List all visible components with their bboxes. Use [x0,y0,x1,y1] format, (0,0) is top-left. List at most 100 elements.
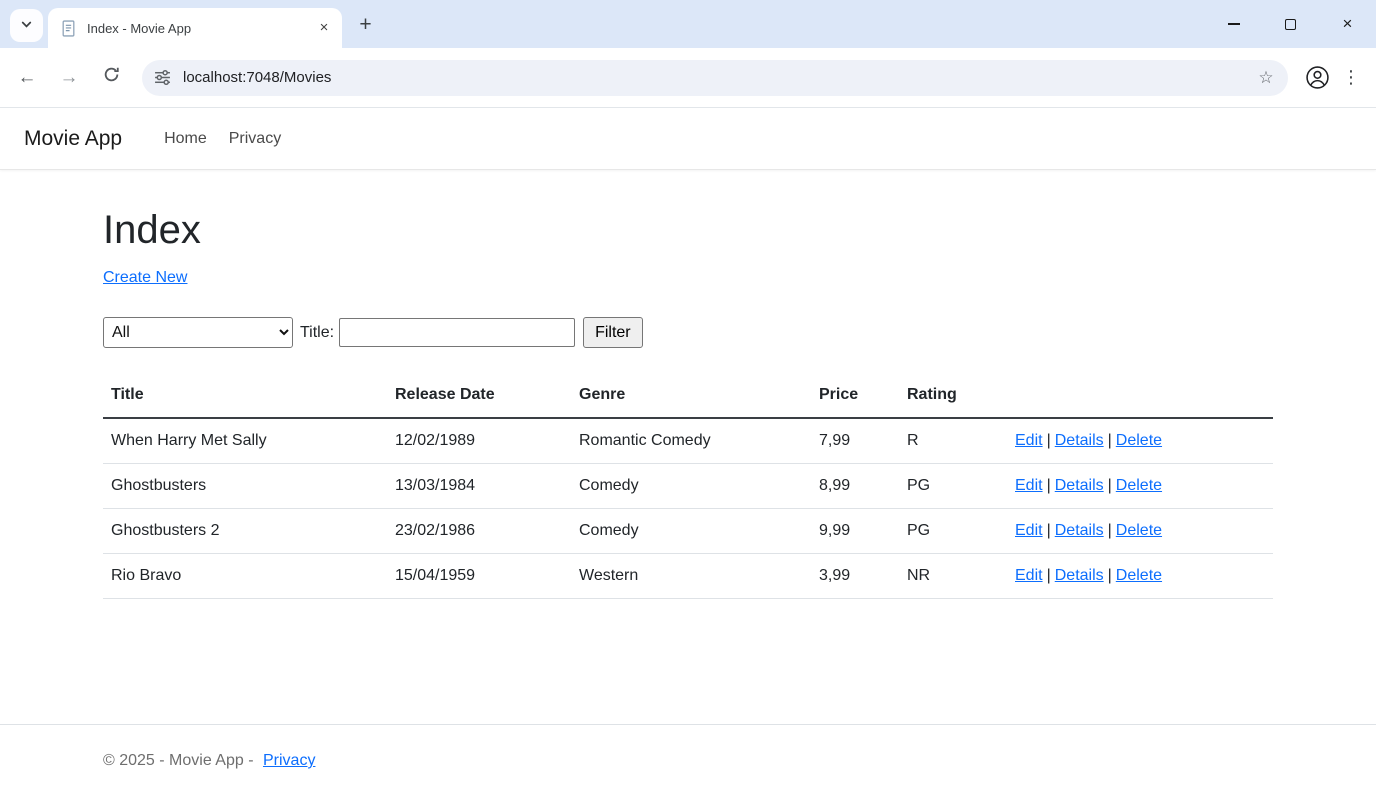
edit-link[interactable]: Edit [1015,522,1043,539]
action-separator: | [1047,567,1051,584]
table-header: Title Release Date Genre Price Rating [103,376,1273,418]
actions-cell: Edit|Details|Delete [1007,464,1273,509]
minimize-icon [1228,23,1240,25]
footer-text: © 2025 - Movie App - [103,752,254,769]
footer-inner: © 2025 - Movie App - Privacy [103,725,1273,797]
rating-cell: PG [899,509,1007,554]
release-date-cell: 15/04/1959 [387,554,571,599]
delete-link[interactable]: Delete [1116,567,1162,584]
header-release-date: Release Date [387,376,571,418]
details-link[interactable]: Details [1055,432,1104,449]
price-cell: 9,99 [811,509,899,554]
genre-cell: Comedy [571,509,811,554]
back-button[interactable]: ← [10,61,44,95]
bookmark-star-icon[interactable]: ☆ [1252,64,1280,92]
table-row: When Harry Met Sally 12/02/1989 Romantic… [103,418,1273,464]
create-new-link[interactable]: Create New [103,269,187,287]
edit-link[interactable]: Edit [1015,432,1043,449]
movie-title-cell: When Harry Met Sally [103,418,387,464]
genre-cell: Western [571,554,811,599]
action-separator: | [1108,432,1112,449]
chevron-down-icon [20,18,33,34]
movie-title-cell: Ghostbusters 2 [103,509,387,554]
actions-cell: Edit|Details|Delete [1007,554,1273,599]
table-row: Rio Bravo 15/04/1959 Western 3,99 NR Edi… [103,554,1273,599]
new-tab-button[interactable]: + [352,11,379,38]
browser-toolbar: ← → localhost:7048/Movies ☆ ⋮ [0,48,1376,108]
title-filter-input[interactable] [339,318,575,347]
browser-tab[interactable]: Index - Movie App × [48,8,342,48]
movie-title-cell: Ghostbusters [103,464,387,509]
reload-button[interactable] [94,61,128,95]
actions-cell: Edit|Details|Delete [1007,418,1273,464]
action-separator: | [1108,522,1112,539]
actions-cell: Edit|Details|Delete [1007,509,1273,554]
maximize-icon [1285,19,1296,30]
table-row: Ghostbusters 13/03/1984 Comedy 8,99 PG E… [103,464,1273,509]
address-bar[interactable]: localhost:7048/Movies ☆ [142,60,1288,96]
action-separator: | [1108,477,1112,494]
url-text[interactable]: localhost:7048/Movies [183,69,1252,86]
release-date-cell: 12/02/1989 [387,418,571,464]
profile-icon[interactable] [1298,59,1336,97]
brand-link[interactable]: Movie App [24,127,122,151]
browser-tab-strip: Index - Movie App × + × [0,0,1376,48]
site-footer: © 2025 - Movie App - Privacy [0,724,1376,797]
tab-title: Index - Movie App [87,21,314,36]
table-body: When Harry Met Sally 12/02/1989 Romantic… [103,418,1273,599]
genre-select[interactable]: All [103,317,293,348]
header-actions [1007,376,1273,418]
forward-button[interactable]: → [52,61,86,95]
header-price: Price [811,376,899,418]
action-separator: | [1047,477,1051,494]
rating-cell: PG [899,464,1007,509]
genre-cell: Romantic Comedy [571,418,811,464]
filter-form: All Title: Filter [103,317,1273,348]
header-rating: Rating [899,376,1007,418]
release-date-cell: 23/02/1986 [387,509,571,554]
edit-link[interactable]: Edit [1015,477,1043,494]
page-favicon-icon [60,20,77,37]
window-close-button[interactable]: × [1319,0,1376,48]
table-header-row: Title Release Date Genre Price Rating [103,376,1273,418]
table-row: Ghostbusters 2 23/02/1986 Comedy 9,99 PG… [103,509,1273,554]
movie-title-cell: Rio Bravo [103,554,387,599]
delete-link[interactable]: Delete [1116,522,1162,539]
nav-link-home[interactable]: Home [164,130,207,148]
tab-close-button[interactable]: × [314,18,334,38]
tab-search-button[interactable] [10,9,43,42]
details-link[interactable]: Details [1055,567,1104,584]
delete-link[interactable]: Delete [1116,432,1162,449]
price-cell: 3,99 [811,554,899,599]
action-separator: | [1108,567,1112,584]
release-date-cell: 13/03/1984 [387,464,571,509]
page-viewport: Movie App Home Privacy Index Create New … [0,108,1376,797]
reload-icon [103,66,120,89]
delete-link[interactable]: Delete [1116,477,1162,494]
main-content: Index Create New All Title: Filter Title… [103,170,1273,599]
nav-link-privacy[interactable]: Privacy [229,130,281,148]
header-title: Title [103,376,387,418]
filter-button[interactable]: Filter [583,317,643,348]
details-link[interactable]: Details [1055,522,1104,539]
title-filter-label: Title: [300,324,334,342]
price-cell: 8,99 [811,464,899,509]
action-separator: | [1047,432,1051,449]
window-controls: × [1205,0,1376,48]
window-maximize-button[interactable] [1262,0,1319,48]
footer-privacy-link[interactable]: Privacy [263,752,315,769]
menu-kebab-icon[interactable]: ⋮ [1336,59,1366,97]
price-cell: 7,99 [811,418,899,464]
rating-cell: NR [899,554,1007,599]
site-info-icon[interactable] [154,69,171,86]
page-title: Index [103,208,1273,253]
window-minimize-button[interactable] [1205,0,1262,48]
rating-cell: R [899,418,1007,464]
movies-table: Title Release Date Genre Price Rating Wh… [103,376,1273,599]
genre-cell: Comedy [571,464,811,509]
site-navbar: Movie App Home Privacy [0,108,1376,170]
action-separator: | [1047,522,1051,539]
details-link[interactable]: Details [1055,477,1104,494]
header-genre: Genre [571,376,811,418]
edit-link[interactable]: Edit [1015,567,1043,584]
